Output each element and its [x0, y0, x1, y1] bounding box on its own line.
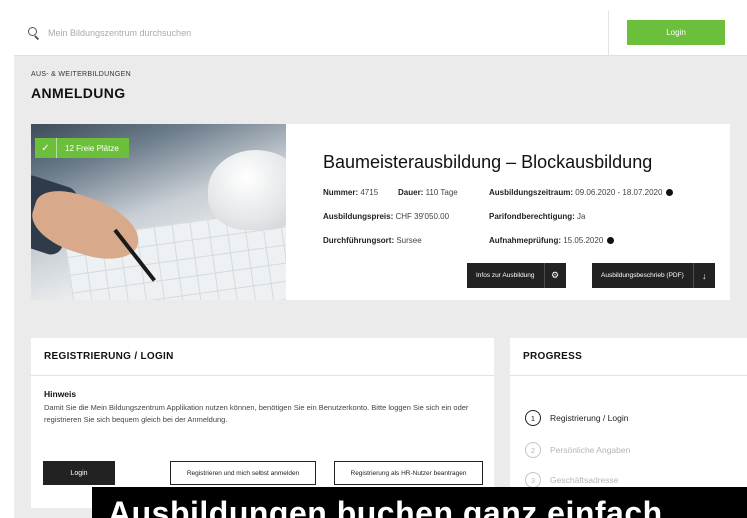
- page-title: ANMELDUNG: [31, 85, 126, 101]
- course-title: Baumeisterausbildung – Blockausbildung: [323, 152, 653, 172]
- hr-register-button[interactable]: Registrierung als HR-Nutzer beantragen: [334, 461, 483, 485]
- meta-dauer-value: 110 Tage: [425, 188, 458, 197]
- search-bar[interactable]: [28, 22, 608, 44]
- course-image: ✓ 12 Freie Plätze: [31, 124, 286, 300]
- meta-pruefung: Aufnahmeprüfung: 15.05.2020: [489, 236, 615, 245]
- gear-icon: ⚙: [543, 263, 566, 288]
- course-details: Baumeisterausbildung – Blockausbildung N…: [303, 124, 730, 300]
- progress-title: PROGRESS: [510, 338, 747, 376]
- browser-viewport: Login AUS- & WEITERBILDUNGEN ANMELDUNG ✓…: [14, 10, 747, 518]
- login-button[interactable]: Login: [43, 461, 115, 485]
- meta-parifond-label: Parifondberechtigung:: [489, 212, 575, 221]
- progress-step-2: 2 Persönliche Angaben: [525, 442, 630, 458]
- progress-step-1: 1 Registrierung / Login: [525, 410, 628, 426]
- image-helmet: [208, 150, 286, 230]
- meta-dauer-label: Dauer:: [398, 188, 424, 197]
- progress-panel: PROGRESS 1 Registrierung / Login 2 Persö…: [510, 338, 747, 508]
- registration-panel: REGISTRIERUNG / LOGIN Hinweis Damit Sie …: [31, 338, 494, 508]
- meta-zeitraum-value: 09.06.2020 - 18.07.2020: [575, 188, 663, 197]
- meta-zeitraum-label: Ausbildungszeitraum:: [489, 188, 574, 197]
- download-icon: ↓: [692, 263, 715, 288]
- course-pdf-button[interactable]: Ausbildungsbeschrieb (PDF) ↓: [592, 263, 715, 288]
- step-label: Registrierung / Login: [550, 413, 629, 423]
- meta-zeitraum: Ausbildungszeitraum: 09.06.2020 - 18.07.…: [489, 188, 674, 197]
- step-label: Persönliche Angaben: [550, 445, 631, 455]
- meta-parifond: Parifondberechtigung: Ja: [489, 212, 585, 221]
- topbar-divider: [608, 10, 609, 56]
- info-icon[interactable]: [666, 188, 674, 196]
- breadcrumb: AUS- & WEITERBILDUNGEN: [31, 71, 131, 78]
- registration-title: REGISTRIERUNG / LOGIN: [31, 338, 494, 376]
- step-number: 3: [525, 472, 541, 488]
- step-number: 2: [525, 442, 541, 458]
- hint-text: Damit Sie die Mein Bildungszentrum Appli…: [44, 403, 469, 424]
- meta-preis-label: Ausbildungspreis:: [323, 212, 394, 221]
- self-register-button[interactable]: Registrieren und mich selbst anmelden: [170, 461, 316, 485]
- free-spots-label: 12 Freie Plätze: [65, 143, 119, 153]
- course-pdf-label: Ausbildungsbeschrieb (PDF): [601, 272, 684, 279]
- course-card: ✓ 12 Freie Plätze Baumeisterausbildung –…: [31, 124, 730, 300]
- meta-nummer-value: 4715: [360, 188, 379, 197]
- check-icon: ✓: [35, 138, 57, 158]
- info-icon[interactable]: [607, 236, 615, 244]
- meta-preis-value: CHF 39'050.00: [395, 212, 450, 221]
- meta-preis: Ausbildungspreis: CHF 39'050.00: [323, 212, 449, 221]
- hint-title: Hinweis: [44, 389, 77, 399]
- meta-pruefung-label: Aufnahmeprüfung:: [489, 236, 561, 245]
- free-spots-badge: ✓ 12 Freie Plätze: [35, 138, 129, 158]
- progress-step-3: 3 Geschäftsadresse: [525, 472, 619, 488]
- step-label: Geschäftsadresse: [550, 475, 619, 485]
- meta-ort-value: Sursee: [396, 236, 422, 245]
- caption-text: Ausbildungen buchen ganz einfach: [108, 495, 663, 518]
- meta-ort: Durchführungsort: Sursee: [323, 236, 422, 245]
- course-info-button[interactable]: Infos zur Ausbildung ⚙: [467, 263, 566, 288]
- course-info-label: Infos zur Ausbildung: [476, 272, 535, 279]
- meta-ort-label: Durchführungsort:: [323, 236, 395, 245]
- search-input[interactable]: [48, 28, 568, 38]
- meta-dauer: Dauer: 110 Tage: [398, 188, 458, 197]
- top-bar: Login: [14, 10, 747, 56]
- meta-pruefung-value: 15.05.2020: [563, 236, 604, 245]
- meta-parifond-value: Ja: [577, 212, 586, 221]
- header-login-button[interactable]: Login: [627, 20, 725, 45]
- meta-nummer-label: Nummer:: [323, 188, 359, 197]
- caption-banner: Ausbildungen buchen ganz einfach: [92, 487, 747, 518]
- meta-nummer: Nummer: 4715: [323, 188, 378, 197]
- search-icon: [28, 27, 40, 39]
- step-number: 1: [525, 410, 541, 426]
